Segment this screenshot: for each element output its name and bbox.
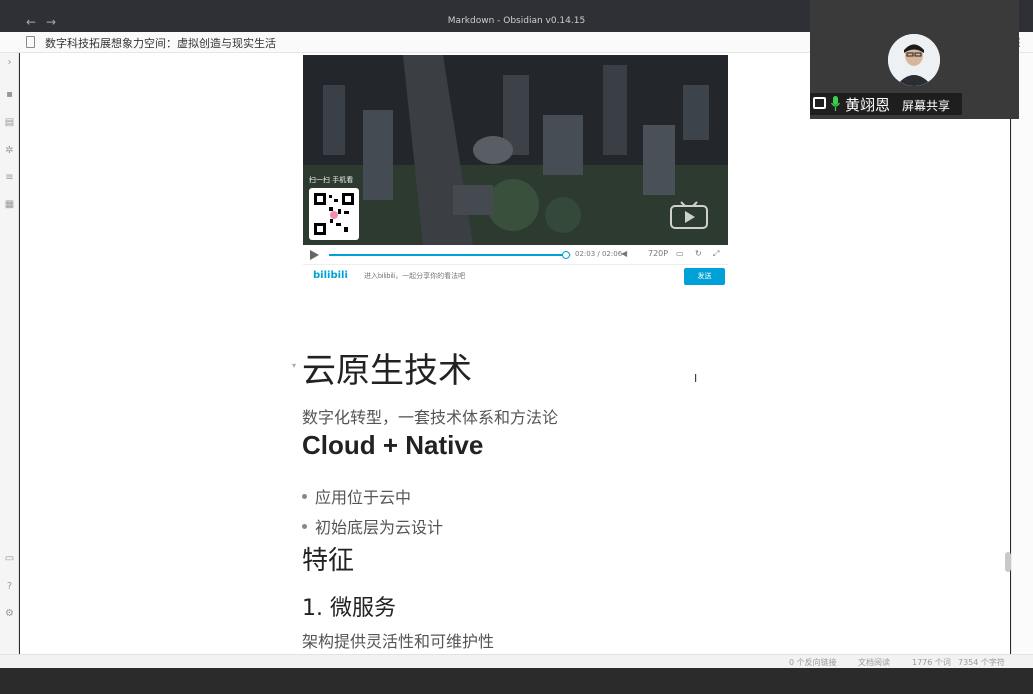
word-count: 1776 个词 [912, 658, 951, 667]
app-window: ← → Markdown - Obsidian v0.14.15 数字科技拓展想… [0, 0, 1033, 694]
pin-icon[interactable]: ▪ [4, 89, 15, 100]
list-item-text: 初始底层为云设计 [315, 518, 444, 537]
progress-knob[interactable] [562, 251, 571, 259]
progress-bar[interactable] [329, 251, 571, 259]
progress-fill [329, 254, 567, 256]
microphone-icon[interactable] [831, 96, 840, 111]
taskbar [0, 668, 1033, 694]
bilibili-tv-icon [670, 201, 708, 229]
video-screen[interactable]: 扫一扫 手机看 [303, 55, 728, 245]
participant-name: 黄翊恩 [845, 96, 891, 114]
fold-arrow-icon[interactable]: ▾ [292, 361, 296, 370]
backlinks-count[interactable]: 0 个反向链接 [789, 657, 837, 668]
vault-icon[interactable]: ▦ [4, 199, 15, 210]
danmaku-toggle-icon[interactable]: ▭ [676, 249, 684, 258]
status-bar: 0 个反向链接 文档阅读 1776 个词 7354 个字符 [0, 654, 1033, 668]
quality-selector[interactable]: 720P [648, 249, 668, 258]
text-cursor-icon: I [694, 372, 698, 385]
list-item-text: 应用位于云中 [315, 488, 412, 507]
bullet-icon [302, 524, 307, 529]
bilibili-logo[interactable]: bilibili [313, 270, 348, 281]
qr-code-image [314, 193, 354, 235]
heading-english: Cloud + Native [302, 430, 484, 460]
danmaku-input[interactable] [360, 269, 678, 284]
qr-code [309, 188, 359, 240]
book-icon[interactable]: ▭ [4, 553, 15, 564]
video-controls: 02:03 / 02:06 ◀ 720P ▭ ↻ ⤢ [303, 245, 728, 265]
help-icon[interactable]: ? [4, 581, 15, 592]
scrollbar-thumb[interactable] [1005, 552, 1011, 572]
webcam-overlay: 黄翊恩 屏幕共享 [810, 0, 1019, 119]
list-item: 初始底层为云设计 [302, 514, 443, 538]
volume-icon[interactable]: ◀ [621, 249, 627, 258]
heading-microservices: 1. 微服务 [302, 596, 396, 621]
microservices-paragraph: 架构提供灵活性和可维护性 [302, 632, 495, 651]
bullet-icon [302, 494, 307, 499]
tags-icon[interactable]: ≡ [4, 172, 15, 183]
fullscreen-icon[interactable]: ⤢ [713, 249, 719, 259]
screen-share-icon [813, 97, 826, 109]
file-icon[interactable]: ▤ [4, 117, 15, 128]
chevron-right-icon[interactable]: › [4, 57, 15, 68]
char-count: 7354 个字符 [958, 658, 1005, 667]
right-gutter [1011, 53, 1033, 654]
view-mode[interactable]: 文档阅读 [858, 657, 890, 668]
left-ribbon: › ▪ ▤ ✲ ≡ ▦ ▭ ? ⚙ [0, 53, 19, 654]
danmaku-bar: bilibili 发送 [303, 265, 728, 287]
city-aerial-image [303, 55, 728, 245]
avatar [888, 34, 940, 86]
heading-features: 特征 [302, 546, 355, 576]
file-icon [26, 36, 35, 48]
heading-cloud-native: 云原生技术 [302, 351, 472, 391]
list-item: 应用位于云中 [302, 484, 411, 508]
loop-icon[interactable]: ↻ [695, 249, 702, 258]
qr-label: 扫一扫 手机看 [309, 176, 354, 184]
video-embed[interactable]: 扫一扫 手机看 02:03 / 02:06 ◀ 720P ▭ ↻ ⤢ bilib… [303, 55, 728, 287]
intro-paragraph: 数字化转型，一套技术体系和方法论 [302, 408, 559, 427]
participant-namebar: 黄翊恩 屏幕共享 [810, 93, 962, 115]
document-title[interactable]: 数字科技拓展想象力空间：虚拟创造与现实生活 [45, 35, 276, 51]
participant-photo [888, 34, 940, 86]
settings-icon[interactable]: ⚙ [4, 608, 15, 619]
screen-share-label: 屏幕共享 [902, 99, 951, 113]
playback-time: 02:03 / 02:06 [575, 250, 623, 258]
send-danmaku-button[interactable]: 发送 [684, 268, 725, 285]
play-icon[interactable] [310, 250, 319, 260]
graph-icon[interactable]: ✲ [4, 145, 15, 156]
